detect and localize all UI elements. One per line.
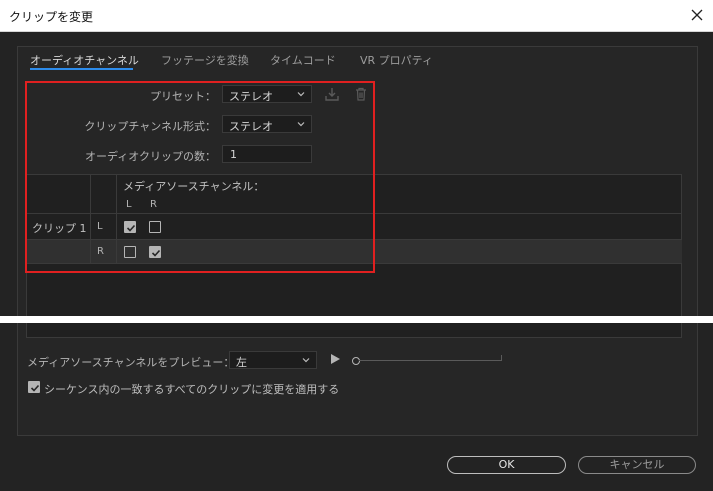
- close-icon[interactable]: [686, 4, 708, 26]
- playhead-handle[interactable]: [352, 357, 360, 365]
- preview-select[interactable]: 左: [229, 351, 317, 369]
- play-icon[interactable]: [329, 353, 341, 365]
- ok-button[interactable]: OK: [447, 456, 566, 474]
- apply-all-label: シーケンス内の一致するすべてのクリップに変更を適用する: [44, 383, 340, 396]
- title-bar: [0, 0, 713, 32]
- preview-value: 左: [236, 356, 247, 369]
- tab-footage-convert[interactable]: フッテージを変換: [161, 52, 249, 68]
- highlight-annotation: [25, 81, 375, 273]
- tab-audio-channels[interactable]: オーディオチャンネル: [30, 52, 139, 68]
- timeline-end-marker: [501, 355, 502, 361]
- preview-label: メディアソースチャンネルをプレビュー：: [27, 356, 235, 369]
- preview-timeline-track[interactable]: [359, 360, 502, 361]
- window-title: クリップを変更: [9, 10, 94, 24]
- cancel-button[interactable]: キャンセル: [578, 456, 696, 474]
- tab-vr-properties[interactable]: VR プロパティ: [360, 52, 433, 68]
- tab-timecode[interactable]: タイムコード: [270, 52, 336, 68]
- chevron-down-icon: [302, 358, 310, 363]
- apply-all-checkbox[interactable]: [28, 381, 40, 393]
- screenshot-cut-strip: [0, 316, 713, 323]
- active-tab-indicator: [30, 68, 133, 70]
